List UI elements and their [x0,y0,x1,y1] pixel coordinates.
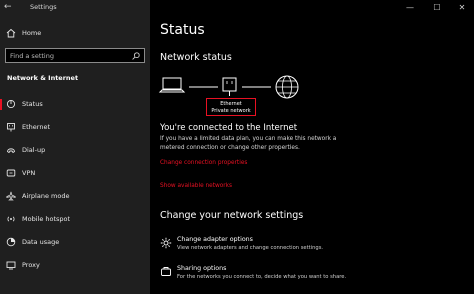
sidebar-item-data-usage[interactable]: Data usage [0,235,150,251]
sidebar-item-label: Ethernet [22,123,50,131]
sidebar-item-label: VPN [22,169,36,177]
status-icon [6,99,16,109]
adapter-icon [160,237,172,249]
sidebar-item-home[interactable]: Home [0,26,150,42]
page-title: Status [160,22,205,38]
sidebar-item-airplane-mode[interactable]: Airplane mode [0,189,150,205]
sidebar-item-label: Data usage [22,238,60,246]
change-settings-heading: Change your network settings [160,210,304,221]
sharing-icon [161,267,171,276]
app-title: Settings [30,3,57,11]
airplane-icon [6,191,16,201]
close-button[interactable]: ✕ [455,1,469,15]
hotspot-icon [7,216,15,222]
search-input[interactable] [10,50,128,61]
option-description: View network adapters and change connect… [177,245,324,251]
ethernet-icon [7,123,15,132]
network-profile-label: Private network [211,108,251,114]
sidebar-item-label: Mobile hotspot [22,215,71,223]
active-indicator [0,99,2,110]
sidebar-item-label: Status [22,100,43,108]
sidebar-item-label: Home [22,29,42,37]
sidebar-item-label: Dial-up [22,146,46,154]
sidebar: ← Settings Home Network & Internet Statu… [0,0,150,294]
sidebar-item-label: Proxy [22,261,40,269]
minimize-button[interactable]: — [403,1,417,15]
proxy-icon [6,261,16,270]
maximize-button[interactable]: ☐ [430,1,444,15]
search-field[interactable] [5,48,145,63]
laptop-icon [158,77,186,93]
sidebar-item-label: Airplane mode [22,192,70,200]
option-description: For the networks you connect to, decide … [177,274,347,280]
ethernet-label-highlight: Ethernet Private network [206,98,256,116]
show-available-networks-link[interactable]: Show available networks [160,183,232,189]
change-adapter-options[interactable]: Change adapter options View network adap… [160,236,460,260]
change-connection-properties-link[interactable]: Change connection properties [160,160,247,166]
dial-up-icon [7,148,15,154]
home-icon [6,28,16,38]
back-arrow-icon[interactable]: ← [4,1,12,13]
globe-icon [275,75,299,99]
section-title: Network & Internet [7,74,79,82]
connected-title: You're connected to the Internet [160,123,298,133]
main-content: — ☐ ✕ Status Network status Ethernet Pri… [150,0,474,294]
ethernet-label: Ethernet [220,101,242,107]
option-title: Change adapter options [177,236,253,243]
sidebar-item-status[interactable]: Status [0,97,150,113]
option-title: Sharing options [177,265,227,272]
network-diagram [158,75,299,99]
connected-description: If you have a limited data plan, you can… [160,136,337,151]
vpn-icon [6,169,16,177]
sidebar-item-vpn[interactable]: VPN [0,166,150,182]
data-usage-icon [6,237,16,247]
sidebar-item-ethernet[interactable]: Ethernet [0,120,150,136]
ethernet-adapter-icon [222,77,237,96]
search-icon[interactable] [132,52,140,60]
sidebar-item-proxy[interactable]: Proxy [0,258,150,274]
network-status-heading: Network status [160,52,232,63]
sidebar-item-mobile-hotspot[interactable]: Mobile hotspot [0,212,150,228]
sharing-options[interactable]: Sharing options For the networks you con… [160,265,460,289]
title-bar: ← Settings [0,0,150,17]
sidebar-item-dial-up[interactable]: Dial-up [0,143,150,159]
